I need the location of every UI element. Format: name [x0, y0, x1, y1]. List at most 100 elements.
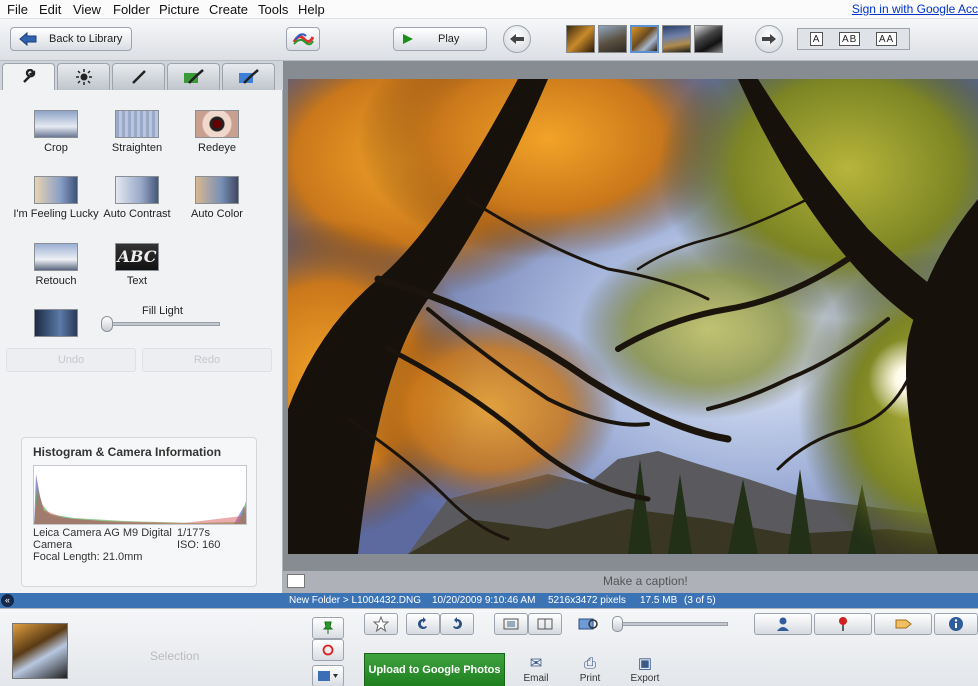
zoom-icon-button[interactable] — [576, 613, 602, 635]
tab-effects-2[interactable] — [167, 63, 220, 90]
fill-light-slider[interactable] — [101, 316, 220, 332]
image-dimensions: 5216x3472 pixels — [548, 595, 626, 606]
zoom-slider[interactable] — [612, 616, 728, 632]
view-single-button[interactable]: A — [809, 32, 824, 46]
photo[interactable] — [288, 79, 978, 554]
export-button[interactable]: ▣ Export — [619, 655, 671, 684]
straighten-label: Straighten — [111, 142, 163, 154]
people-button[interactable] — [754, 613, 812, 635]
tab-effects[interactable] — [112, 63, 165, 90]
brush-icon — [131, 70, 146, 84]
effects-button[interactable] — [286, 27, 320, 51]
menu-edit[interactable]: Edit — [39, 2, 61, 17]
tab-tuning[interactable] — [57, 63, 110, 90]
arrow-right-icon — [762, 34, 776, 44]
straighten-tool[interactable]: Straighten — [91, 110, 183, 154]
tags-button[interactable] — [874, 613, 932, 635]
filmstrip-thumbnail[interactable] — [662, 25, 691, 53]
menu-folder[interactable]: Folder — [113, 2, 150, 17]
fit-to-window-button[interactable] — [494, 613, 528, 635]
color-swirl-icon — [292, 33, 314, 46]
back-to-library-button[interactable]: Back to Library — [10, 27, 132, 51]
rotate-right-icon — [453, 617, 462, 629]
tab-basic-fixes[interactable] — [2, 63, 55, 90]
undo-button[interactable]: Undo — [6, 348, 136, 372]
caption-input[interactable]: Make a caption! — [603, 574, 688, 588]
view-compare-button[interactable]: AB — [838, 32, 861, 46]
filmstrip — [566, 25, 723, 53]
auto-contrast-label: Auto Contrast — [103, 208, 171, 220]
upload-to-google-photos-button[interactable]: Upload to Google Photos — [364, 653, 505, 686]
feeling-lucky-label: I'm Feeling Lucky — [13, 208, 99, 220]
menu-create[interactable]: Create — [209, 2, 248, 17]
next-photo-button[interactable] — [755, 25, 783, 53]
menu-help[interactable]: Help — [298, 2, 325, 17]
toolbar: Back to Library Play A AB AA — [0, 19, 978, 61]
previous-photo-button[interactable] — [503, 25, 531, 53]
caption-icon[interactable] — [287, 574, 305, 588]
filmstrip-thumbnail-selected[interactable] — [630, 25, 659, 53]
file-size: 17.5 MB — [640, 595, 678, 606]
histogram-curves — [34, 474, 246, 524]
straighten-icon — [115, 110, 159, 138]
hold-pin-button[interactable] — [312, 617, 344, 639]
view-side-by-side-button[interactable]: AA — [875, 32, 898, 46]
play-button[interactable]: Play — [393, 27, 487, 51]
actual-size-button[interactable] — [528, 613, 562, 635]
zoom-icon — [578, 618, 598, 630]
brush-landscape-icon — [183, 69, 204, 84]
caption-bar: Make a caption! — [283, 571, 978, 593]
auto-contrast-tool[interactable]: Auto Contrast — [91, 176, 183, 220]
filmstrip-thumbnail[interactable] — [694, 25, 723, 53]
star-button[interactable] — [364, 613, 398, 635]
filmstrip-thumbnail[interactable] — [598, 25, 627, 53]
export-folder-icon: ▣ — [637, 655, 653, 672]
histogram-title: Histogram & Camera Information — [33, 445, 222, 459]
focal-length: Focal Length: 21.0mm — [33, 551, 143, 563]
auto-color-label: Auto Color — [191, 208, 243, 220]
add-to-album-button[interactable] — [312, 665, 344, 686]
feeling-lucky-tool[interactable]: I'm Feeling Lucky — [10, 176, 102, 220]
info-button[interactable] — [934, 613, 978, 635]
filmstrip-thumbnail[interactable] — [566, 25, 595, 53]
auto-color-tool[interactable]: Auto Color — [171, 176, 263, 220]
camera-model: Leica Camera AG M9 Digital Camera — [33, 527, 172, 551]
sign-in-link[interactable]: Sign in with Google Acc — [852, 2, 978, 16]
menu-picture[interactable]: Picture — [159, 2, 199, 17]
redeye-tool[interactable]: Redeye — [171, 110, 263, 154]
status-bar: « New Folder > L1004432.DNG 10/20/2009 9… — [0, 593, 978, 608]
print-button[interactable]: ⎙ Print — [564, 655, 616, 684]
clear-tray-button[interactable] — [312, 639, 344, 661]
edit-tabs — [0, 61, 283, 90]
retouch-label: Retouch — [35, 275, 77, 287]
fill-light-slider-knob[interactable] — [101, 316, 113, 332]
auto-color-icon — [195, 176, 239, 204]
menu-file[interactable]: File — [7, 2, 28, 17]
text-tool[interactable]: ABC Text — [91, 243, 183, 287]
menu-view[interactable]: View — [73, 2, 101, 17]
rotate-left-button[interactable] — [406, 613, 440, 635]
auto-contrast-icon — [115, 176, 159, 204]
feeling-lucky-icon — [34, 176, 78, 204]
crop-tool[interactable]: Crop — [10, 110, 102, 154]
collapse-tray-icon[interactable]: « — [1, 594, 14, 607]
tab-effects-3[interactable] — [222, 63, 275, 90]
photo-tray: Selection Upload to Google Photos ✉ Emai… — [0, 608, 978, 686]
rotate-right-button[interactable] — [440, 613, 474, 635]
email-button[interactable]: ✉ Email — [510, 655, 562, 684]
crop-label: Crop — [44, 142, 68, 154]
text-label: Text — [126, 275, 148, 287]
tray-thumbnail[interactable] — [12, 623, 68, 679]
retouch-tool[interactable]: Retouch — [10, 243, 102, 287]
arrow-left-icon — [19, 32, 37, 46]
histogram-panel: Histogram & Camera Information Leica Cam… — [21, 437, 257, 587]
pin-icon — [322, 621, 334, 634]
crop-icon — [34, 110, 78, 138]
zoom-slider-knob[interactable] — [612, 616, 623, 632]
menu-tools[interactable]: Tools — [258, 2, 288, 17]
retouch-icon — [34, 243, 78, 271]
email-label: Email — [523, 673, 549, 684]
redo-button[interactable]: Redo — [142, 348, 272, 372]
geotag-button[interactable] — [814, 613, 872, 635]
map-pin-icon — [839, 617, 847, 631]
